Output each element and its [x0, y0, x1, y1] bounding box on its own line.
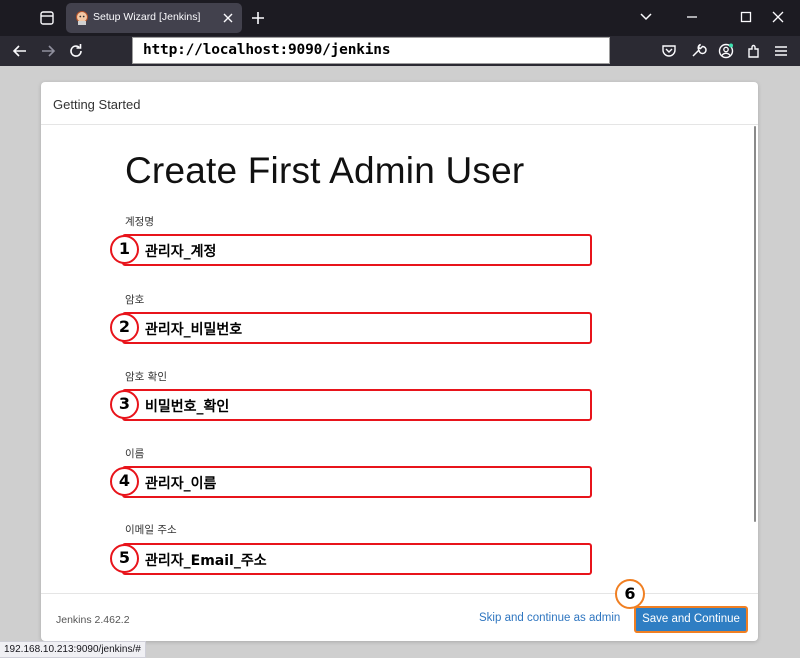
dialog-header-title: Getting Started — [53, 97, 141, 112]
email-value: 관리자_Email_주소 — [145, 553, 267, 569]
scrollbar[interactable] — [754, 126, 756, 522]
confirm-password-value: 비밀번호_확인 — [145, 399, 230, 415]
username-value: 관리자_계정 — [145, 244, 217, 260]
page-viewport: Getting Started Create First Admin User … — [0, 66, 800, 658]
confirm-password-field[interactable]: 비밀번호_확인 3 — [110, 389, 592, 421]
setup-wizard-dialog: Getting Started Create First Admin User … — [41, 82, 758, 641]
confirm-password-label: 암호 확인 — [125, 371, 167, 383]
password-label: 암호 — [125, 294, 145, 306]
window-close-icon[interactable] — [766, 6, 790, 28]
fullname-label: 이름 — [125, 448, 145, 460]
plus-icon[interactable] — [248, 8, 268, 28]
password-value: 관리자_비밀번호 — [145, 322, 243, 338]
jenkins-favicon — [74, 10, 90, 26]
step-badge-6: 6 — [615, 579, 645, 609]
maximize-icon[interactable] — [734, 6, 758, 28]
account-icon[interactable] — [716, 41, 736, 61]
tab-setup-wizard[interactable]: Setup Wizard [Jenkins] — [66, 3, 242, 33]
step-badge-4: 4 — [110, 467, 139, 496]
step-badge-1: 1 — [110, 235, 139, 264]
back-arrow-icon[interactable] — [10, 41, 30, 61]
step-badge-3: 3 — [110, 390, 139, 419]
skip-and-continue-link[interactable]: Skip and continue as admin — [479, 612, 620, 624]
extensions-icon[interactable] — [744, 41, 764, 61]
menu-icon[interactable] — [771, 41, 791, 61]
email-field[interactable]: 관리자_Email_주소 5 — [110, 543, 592, 575]
jenkins-version: Jenkins 2.462.2 — [56, 614, 130, 626]
username-label: 계정명 — [125, 216, 154, 228]
minimize-icon[interactable] — [680, 6, 704, 28]
dialog-header: Getting Started — [41, 82, 758, 125]
step-badge-2: 2 — [110, 313, 139, 342]
url-bar[interactable]: http://localhost:9090/jenkins — [132, 37, 610, 64]
close-icon[interactable] — [221, 10, 235, 24]
tab-title: Setup Wizard [Jenkins] — [93, 11, 201, 23]
tab-list-icon[interactable] — [36, 8, 58, 28]
fullname-field[interactable]: 관리자_이름 4 — [110, 466, 592, 498]
dialog-footer: Jenkins 2.462.2 Skip and continue as adm… — [41, 579, 758, 641]
url-text: http://localhost:9090/jenkins — [143, 42, 391, 58]
pocket-icon[interactable] — [659, 41, 679, 61]
username-field[interactable]: 관리자_계정 1 — [110, 234, 592, 266]
tab-bar: Setup Wizard [Jenkins] — [0, 0, 800, 36]
chevron-down-icon[interactable] — [634, 6, 658, 28]
reload-icon[interactable] — [66, 41, 86, 61]
status-bar-url: 192.168.10.213:9090/jenkins/# — [0, 641, 146, 658]
wrench-icon[interactable] — [688, 41, 708, 61]
save-and-continue-button[interactable]: Save and Continue — [634, 606, 748, 633]
email-label: 이메일 주소 — [125, 524, 177, 536]
page-title: Create First Admin User — [125, 150, 525, 191]
fullname-value: 관리자_이름 — [145, 476, 217, 492]
navigation-bar: http://localhost:9090/jenkins — [0, 36, 800, 66]
step-badge-5: 5 — [110, 544, 139, 573]
password-field[interactable]: 관리자_비밀번호 2 — [110, 312, 592, 344]
forward-arrow-icon[interactable] — [38, 41, 58, 61]
